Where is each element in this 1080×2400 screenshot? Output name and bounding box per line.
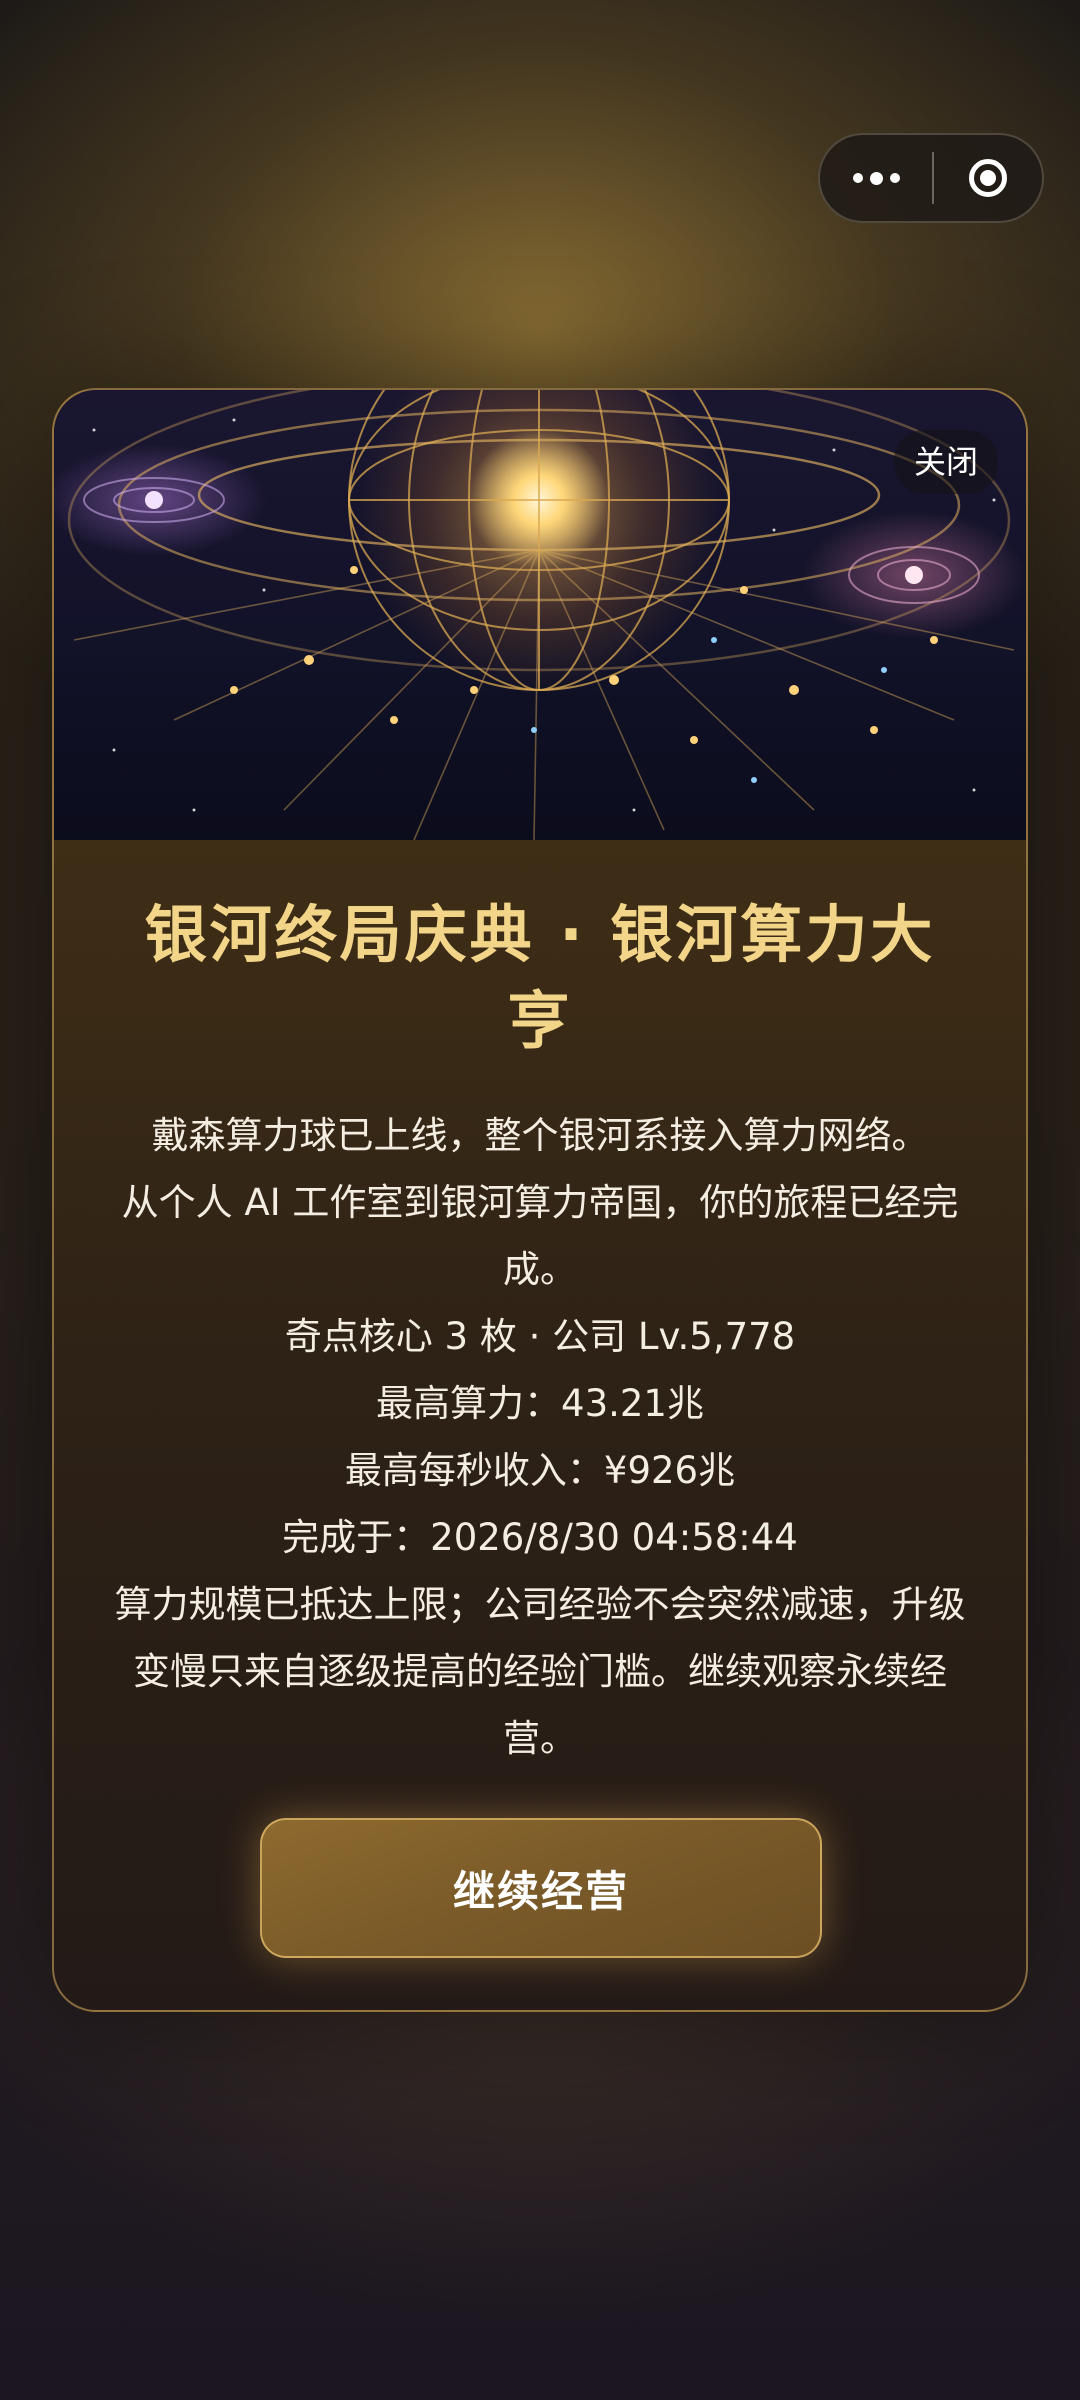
stats-completed-at: 完成于：2026/8/30 04:58:44 — [282, 1516, 798, 1559]
modal-description: 戴森算力球已上线，整个银河系接入算力网络。 从个人 AI 工作室到银河算力帝国，… — [114, 1102, 966, 1772]
galaxy-banner-image: 关闭 — [54, 390, 1026, 840]
stats-max-income: 最高每秒收入：¥926兆 — [344, 1449, 736, 1492]
target-circle-core — [980, 170, 996, 186]
outro-note: 算力规模已抵达上限；公司经验不会突然减速，升级变慢只来自逐级提高的经验门槛。继续… — [114, 1583, 966, 1760]
galaxy-illustration — [67, 390, 1015, 840]
stats-cores-level: 奇点核心 3 枚 · 公司 Lv.5,778 — [284, 1315, 796, 1358]
celebration-modal: 关闭 银河终局庆典 · 银河算力大亨 戴森算力球已上线，整个银河系接入算力网络。… — [52, 388, 1028, 2012]
continue-button[interactable]: 继续经营 — [260, 1818, 822, 1958]
modal-content: 银河终局庆典 · 银河算力大亨 戴森算力球已上线，整个银河系接入算力网络。 从个… — [54, 840, 1026, 1772]
exit-mini-program-button[interactable] — [934, 135, 1042, 221]
more-dots-icon-right — [889, 173, 900, 183]
close-button[interactable]: 关闭 — [893, 430, 998, 494]
modal-title: 银河终局庆典 · 银河算力大亨 — [144, 898, 936, 1057]
target-circle-icon — [969, 159, 1007, 197]
journey-line: 从个人 AI 工作室到银河算力帝国，你的旅程已经完成。 — [121, 1181, 959, 1291]
mini-program-capsule — [818, 133, 1044, 223]
more-options-button[interactable] — [820, 135, 932, 221]
more-dots-icon — [852, 173, 863, 183]
more-dots-icon-center — [869, 171, 883, 185]
intro-line: 戴森算力球已上线，整个银河系接入算力网络。 — [151, 1114, 929, 1157]
stats-max-compute: 最高算力：43.21兆 — [376, 1382, 704, 1425]
